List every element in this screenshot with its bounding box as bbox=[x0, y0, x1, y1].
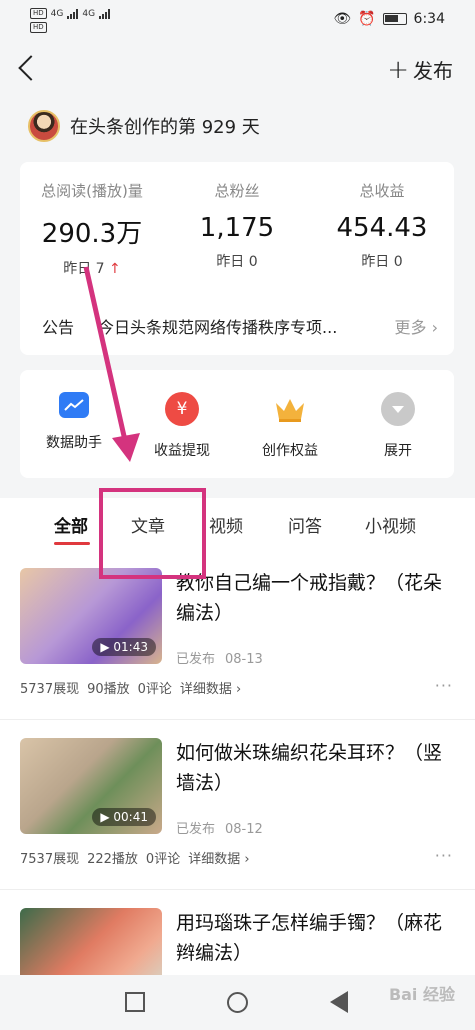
stat-label: 总阅读(播放)量 bbox=[41, 182, 143, 200]
content-list: ▶ 01:43 教你自己编一个戒指戴？（花朵编法） 已发布 08-13 5737展… bbox=[0, 550, 475, 975]
home-button[interactable] bbox=[227, 992, 248, 1013]
yen-icon: ¥ bbox=[165, 392, 199, 426]
signal-indicators: HD 4G 4G HD bbox=[30, 8, 111, 33]
clock-time: 6:34 bbox=[413, 11, 445, 27]
stat-income[interactable]: 总收益 454.43 昨日 0 bbox=[312, 180, 452, 271]
annotation-highlight-box bbox=[99, 488, 206, 579]
tool-withdraw[interactable]: ¥ 收益提现 bbox=[128, 392, 236, 460]
plus-icon: + bbox=[387, 54, 409, 85]
system-nav-bar: Bai 经验 bbox=[0, 975, 475, 1030]
article-title[interactable]: 教你自己编一个戒指戴？（花朵编法） bbox=[176, 568, 446, 628]
stat-label: 总粉丝 bbox=[214, 182, 260, 200]
more-options-icon[interactable]: ··· bbox=[435, 676, 453, 695]
tab-short-videos[interactable]: 小视频 bbox=[365, 512, 416, 537]
signal-icon bbox=[67, 8, 79, 19]
stat-sub: 昨日 0 bbox=[361, 254, 403, 270]
hd-badge: HD bbox=[30, 8, 47, 19]
alarm-icon: ⏰ bbox=[358, 11, 376, 27]
hd-badge-2: HD bbox=[30, 22, 47, 33]
article-stats: 7537展现 222播放 0评论 详细数据 › bbox=[20, 848, 250, 867]
tab-all[interactable]: 全部 bbox=[54, 512, 88, 537]
details-link[interactable]: 详细数据 › bbox=[188, 848, 249, 867]
tab-videos[interactable]: 视频 bbox=[209, 512, 243, 537]
back-arrow-icon[interactable] bbox=[18, 55, 44, 81]
announcement-more-link[interactable]: 更多 › bbox=[395, 314, 439, 338]
video-thumbnail[interactable] bbox=[20, 908, 162, 975]
article-title[interactable]: 如何做米珠编织花朵耳环？（竖墙法） bbox=[176, 738, 446, 798]
recent-apps-button[interactable] bbox=[125, 992, 145, 1012]
active-tab-indicator bbox=[54, 542, 90, 545]
network-label-1: 4G bbox=[50, 8, 64, 19]
list-item[interactable]: ▶ 01:43 教你自己编一个戒指戴？（花朵编法） 已发布 08-13 5737展… bbox=[0, 550, 475, 720]
tool-label: 收益提现 bbox=[154, 443, 210, 459]
status-bar: HD 4G 4G HD 👁 ⏰ 6:34 bbox=[0, 0, 475, 40]
back-button[interactable] bbox=[330, 991, 348, 1013]
article-title[interactable]: 用玛瑙珠子怎样编手镯？（麻花辫编法） bbox=[176, 908, 446, 968]
stat-sub: 昨日 0 bbox=[216, 254, 258, 270]
stat-value: 1,175 bbox=[199, 213, 275, 243]
tool-expand[interactable]: 展开 bbox=[344, 392, 452, 460]
trend-up-icon: ↑ bbox=[109, 261, 121, 277]
stat-value: 454.43 bbox=[336, 213, 428, 243]
stat-value: 290.3万 bbox=[41, 219, 143, 249]
watermark-logo: Bai 经验 bbox=[388, 985, 455, 1004]
stats-card: 总阅读(播放)量 290.3万 昨日 7 ↑ 总粉丝 1,175 昨日 0 总收… bbox=[20, 162, 454, 355]
expand-icon bbox=[381, 392, 415, 426]
creator-days-text: 在头条创作的第 929 天 bbox=[70, 117, 260, 138]
tool-data-assistant[interactable]: 数据助手 bbox=[20, 392, 128, 452]
publish-button[interactable]: + 发布 bbox=[387, 55, 453, 84]
stat-sub: 昨日 7 ↑ bbox=[63, 261, 121, 277]
tab-qa[interactable]: 问答 bbox=[288, 512, 322, 537]
network-label-2: 4G bbox=[82, 8, 96, 19]
crown-icon bbox=[273, 392, 307, 426]
list-item[interactable]: ▶ 00:41 如何做米珠编织花朵耳环？（竖墙法） 已发布 08-12 7537展… bbox=[0, 720, 475, 890]
announcement-text: 今日头条规范网络传播秩序专项... bbox=[98, 318, 338, 337]
announcement-bar[interactable]: 公告 今日头条规范网络传播秩序专项... 更多 › bbox=[42, 314, 438, 338]
video-thumbnail[interactable]: ▶ 00:41 bbox=[20, 738, 162, 834]
creator-info: 在头条创作的第 929 天 bbox=[28, 110, 260, 142]
tools-card: 数据助手 ¥ 收益提现 创作权益 展开 bbox=[20, 370, 454, 478]
top-nav: + 发布 bbox=[0, 45, 475, 95]
stat-reads[interactable]: 总阅读(播放)量 290.3万 昨日 7 ↑ bbox=[22, 180, 162, 278]
video-duration: ▶ 01:43 bbox=[92, 638, 156, 656]
announcement-tag: 公告 bbox=[42, 318, 75, 337]
tool-creator-rights[interactable]: 创作权益 bbox=[236, 392, 344, 460]
content-tabs: 全部 文章 视频 问答 小视频 bbox=[0, 498, 475, 550]
eye-icon: 👁 bbox=[333, 11, 352, 27]
tool-label: 展开 bbox=[384, 443, 412, 459]
video-duration: ▶ 00:41 bbox=[92, 808, 156, 826]
list-item[interactable]: 用玛瑙珠子怎样编手镯？（麻花辫编法） bbox=[0, 890, 475, 975]
publish-status: 已发布 08-13 bbox=[176, 652, 263, 667]
avatar[interactable] bbox=[28, 110, 60, 142]
stat-label: 总收益 bbox=[359, 182, 405, 200]
signal-icon-2 bbox=[99, 8, 111, 19]
battery-icon bbox=[382, 13, 407, 25]
details-link[interactable]: 详细数据 › bbox=[180, 678, 241, 697]
article-stats: 5737展现 90播放 0评论 详细数据 › bbox=[20, 678, 241, 697]
tool-label: 创作权益 bbox=[262, 443, 318, 459]
video-thumbnail[interactable]: ▶ 01:43 bbox=[20, 568, 162, 664]
publish-status: 已发布 08-12 bbox=[176, 822, 263, 837]
tool-label: 数据助手 bbox=[46, 435, 102, 451]
chart-icon bbox=[59, 392, 89, 418]
stat-fans[interactable]: 总粉丝 1,175 昨日 0 bbox=[167, 180, 307, 271]
more-options-icon[interactable]: ··· bbox=[435, 846, 453, 865]
publish-label: 发布 bbox=[413, 59, 453, 83]
